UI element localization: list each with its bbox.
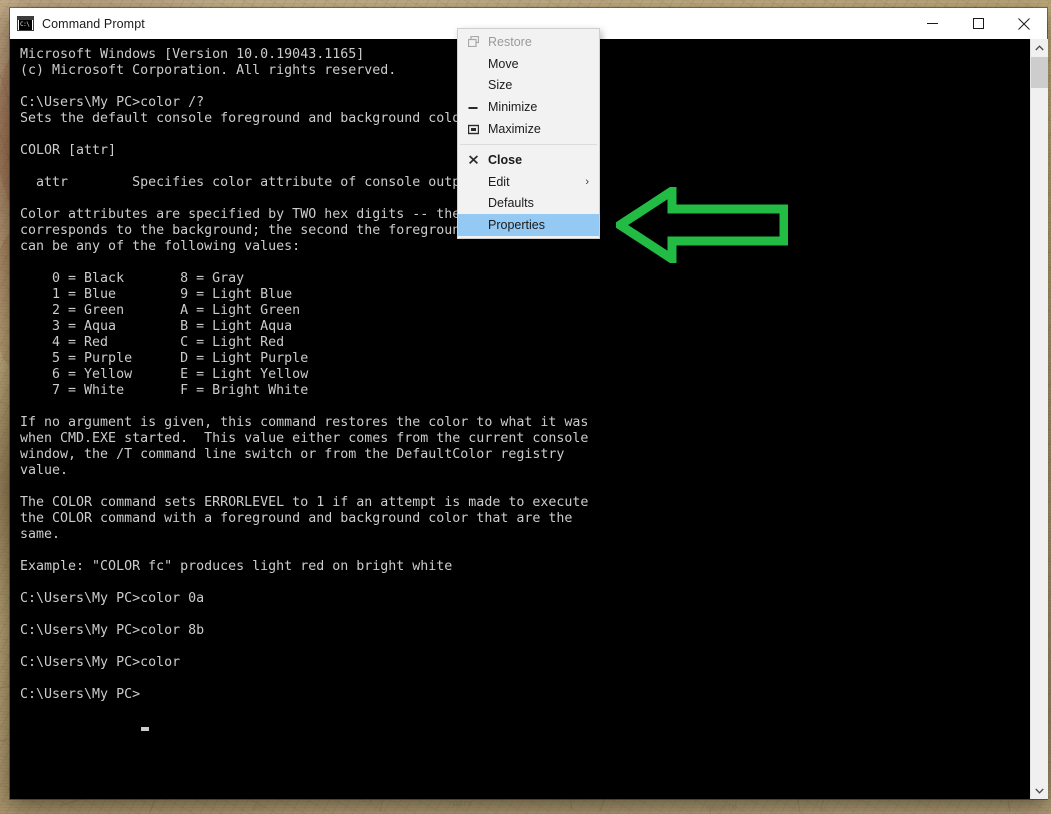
console-cursor — [141, 727, 149, 731]
menu-item-minimize[interactable]: Minimize — [458, 96, 599, 118]
svg-text:pars: pars — [452, 799, 472, 809]
restore-icon — [458, 36, 488, 47]
scroll-up-button[interactable] — [1031, 39, 1048, 56]
system-context-menu[interactable]: Restore Move Size Minimize Maximize — [457, 28, 600, 239]
menu-item-defaults[interactable]: Defaults — [458, 193, 599, 215]
menu-item-size[interactable]: Size — [458, 75, 599, 97]
menu-separator — [460, 144, 597, 145]
menu-item-restore-label: Restore — [488, 35, 599, 49]
menu-item-properties-label: Properties — [488, 218, 599, 232]
minimize-button[interactable] — [909, 8, 955, 39]
scroll-down-button[interactable] — [1031, 782, 1048, 799]
menu-item-edit-label: Edit — [488, 175, 585, 189]
menu-item-move-label: Move — [488, 57, 599, 71]
scroll-down-icon — [1035, 788, 1044, 794]
svg-text:ab: ab — [252, 803, 263, 813]
svg-text:quacto: quacto — [706, 803, 738, 813]
menu-item-minimize-label: Minimize — [488, 100, 599, 114]
minimize-icon — [927, 18, 938, 29]
maximize-icon — [458, 124, 488, 135]
menu-item-close-label: Close — [488, 153, 599, 167]
menu-item-properties[interactable]: Properties — [458, 214, 599, 236]
maximize-button[interactable] — [955, 8, 1001, 39]
cmd-console-icon — [17, 16, 34, 31]
menu-item-defaults-label: Defaults — [488, 196, 599, 210]
maximize-icon — [973, 18, 984, 29]
menu-item-move[interactable]: Move — [458, 53, 599, 75]
menu-item-maximize-label: Maximize — [488, 122, 599, 136]
chevron-right-icon: › — [585, 176, 589, 188]
menu-item-maximize[interactable]: Maximize — [458, 118, 599, 140]
scrollbar-track[interactable] — [1031, 56, 1048, 782]
menu-item-restore[interactable]: Restore — [458, 31, 599, 53]
close-button[interactable] — [1001, 8, 1047, 39]
close-icon — [1018, 18, 1030, 30]
menu-item-size-label: Size — [488, 78, 599, 92]
vertical-scrollbar[interactable] — [1030, 39, 1047, 799]
scroll-up-icon — [1035, 45, 1044, 51]
menu-item-close[interactable]: Close — [458, 149, 599, 171]
menu-item-edit[interactable]: Edit › — [458, 171, 599, 193]
close-x-icon — [458, 154, 488, 165]
minimize-icon — [458, 102, 488, 113]
scrollbar-thumb[interactable] — [1031, 57, 1048, 88]
window-title: Command Prompt — [42, 17, 145, 31]
window-controls[interactable] — [909, 8, 1047, 39]
